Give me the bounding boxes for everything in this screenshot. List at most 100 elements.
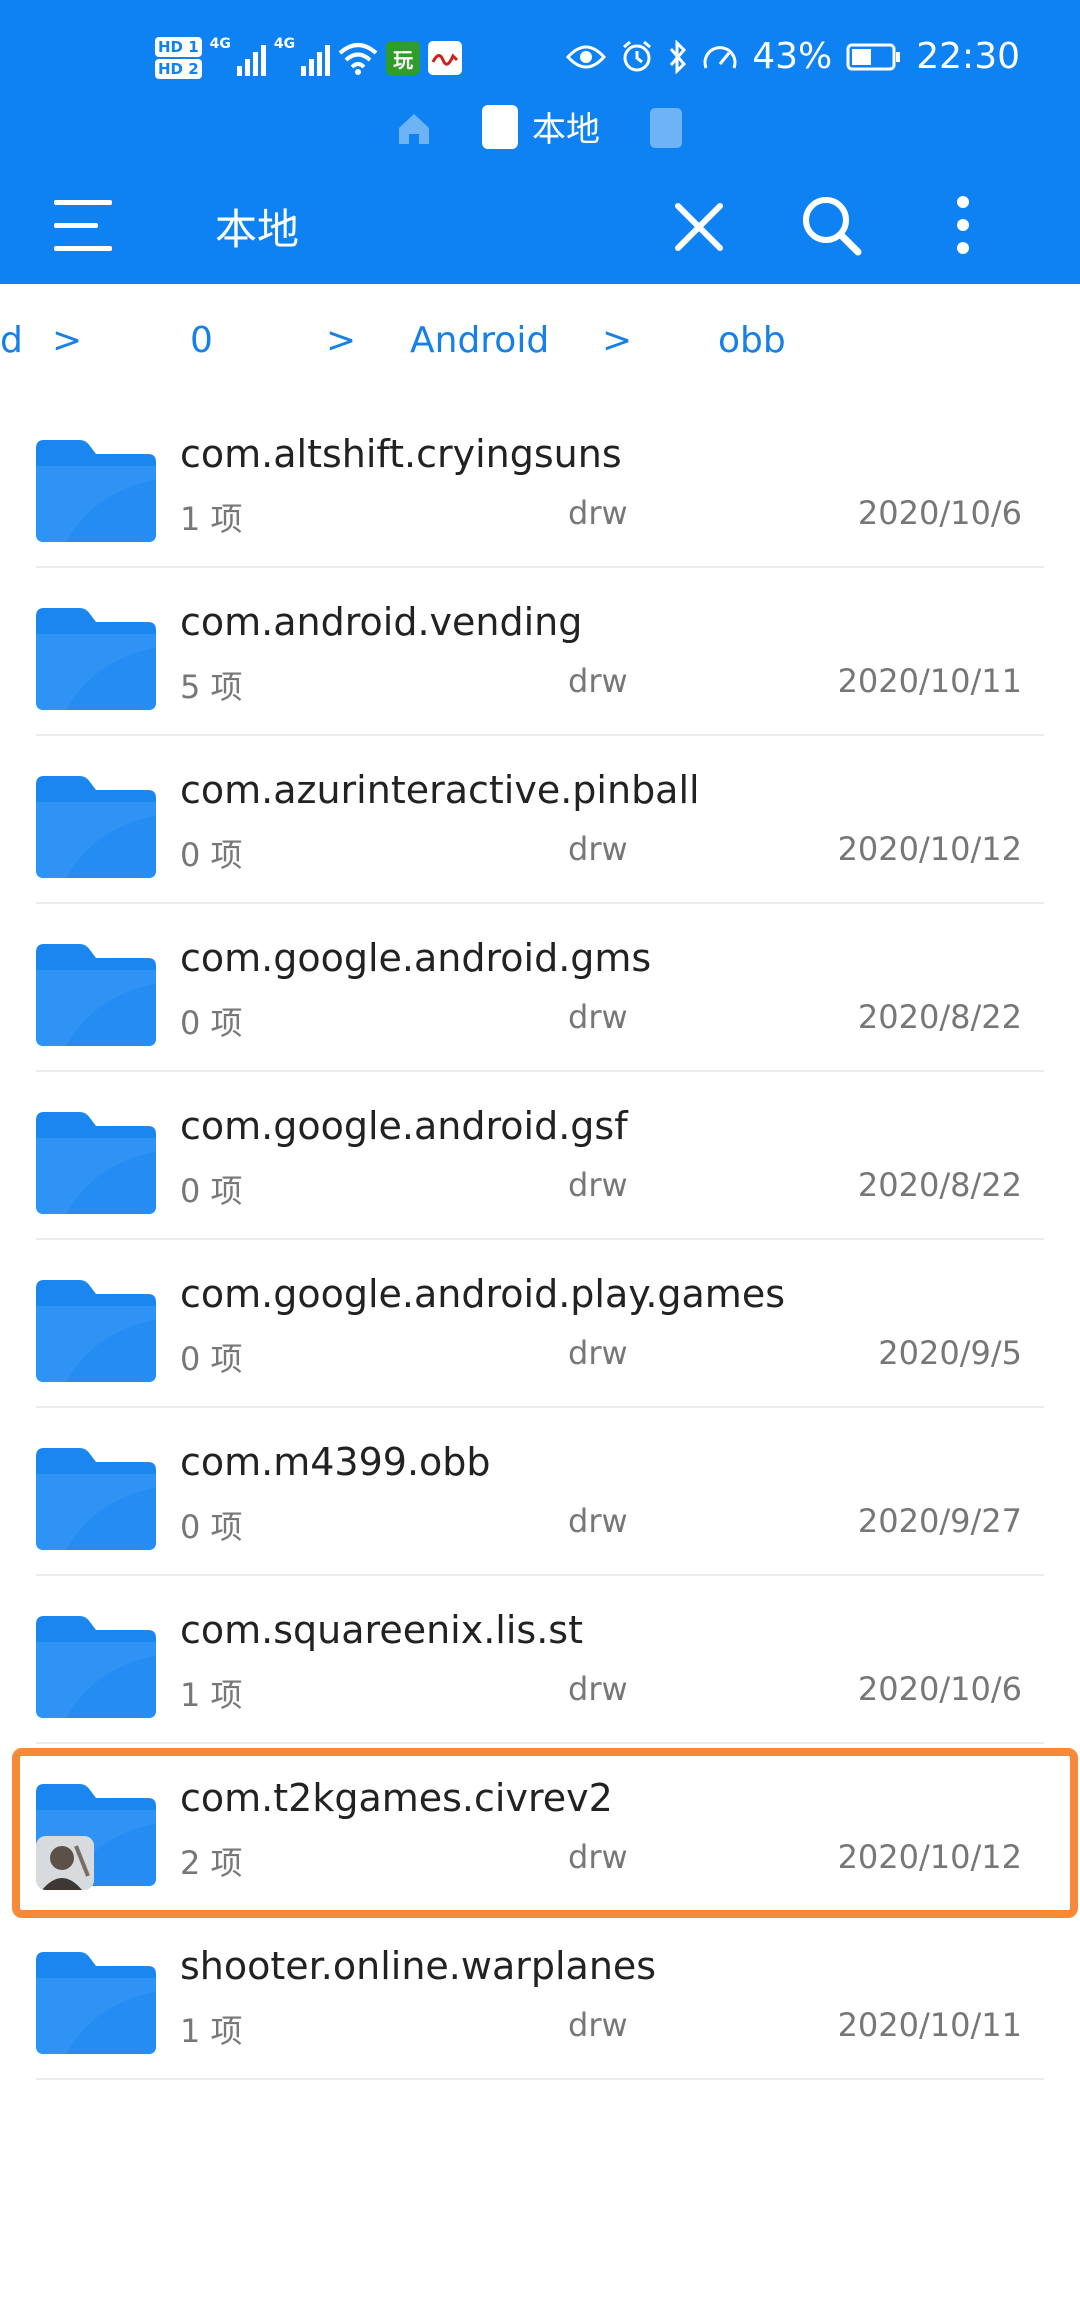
permissions: drw [568,1502,628,1540]
signal-1-icon [236,40,266,76]
folder-icon [36,944,156,1046]
battery-percent: 43% [752,36,833,77]
item-count: 0 项 [180,1508,243,1546]
modified-date: 2020/8/22 [857,998,1022,1036]
file-tab-icon [482,104,518,149]
permissions: drw [568,1838,628,1876]
breadcrumb-separator: > [602,320,633,361]
modified-date: 2020/10/12 [837,1838,1022,1876]
toolbar: 本地 [0,172,1080,282]
item-count: 2 项 [180,1844,243,1882]
news-app-icon [428,41,463,75]
alarm-icon [623,40,652,71]
app-header: HD 1 HD 2 4G 4G 玩 43% 22:30 本地 本地 [0,0,1080,284]
close-icon[interactable] [664,192,734,262]
item-count: 5 项 [180,668,243,706]
hd1-label: HD 1 [155,37,202,57]
breadcrumb-item[interactable]: Android [410,320,549,361]
folder-icon [36,1952,156,2054]
breadcrumb-separator: > [326,320,357,361]
breadcrumb-separator: > [52,320,83,361]
item-count: 0 项 [180,836,243,874]
second-tab-icon[interactable] [650,108,682,148]
file-row[interactable]: com.google.android.gms 0 项 drw 2020/8/22 [0,904,1080,1072]
status-left: HD 1 HD 2 4G 4G 玩 [155,36,463,80]
permissions: drw [568,1334,628,1372]
bluetooth-icon [670,39,687,74]
permissions: drw [568,1670,628,1708]
file-name: com.android.vending [180,600,583,644]
file-row[interactable]: com.google.android.play.games 0 项 drw 20… [0,1240,1080,1408]
file-row[interactable]: com.google.android.gsf 0 项 drw 2020/8/22 [0,1072,1080,1240]
file-row[interactable]: com.android.vending 5 项 drw 2020/10/11 [0,568,1080,736]
modified-date: 2020/10/11 [837,662,1022,700]
breadcrumb-item-current[interactable]: obb [718,320,786,361]
home-tab-icon[interactable] [395,110,433,148]
more-options-icon[interactable] [928,190,998,260]
folder-icon [36,440,156,542]
breadcrumb-item[interactable]: 0 [190,320,213,361]
modified-date: 2020/9/5 [878,1334,1022,1372]
permissions: drw [568,1166,628,1204]
status-right: 43% 22:30 [566,36,1020,77]
modified-date: 2020/10/12 [837,830,1022,868]
file-name: com.google.android.play.games [180,1272,785,1316]
file-row[interactable]: com.m4399.obb 0 项 drw 2020/9/27 [0,1408,1080,1576]
item-count: 0 项 [180,1004,243,1042]
clock-time: 22:30 [916,36,1020,77]
tab-local-label: 本地 [532,110,600,150]
row-divider [36,2078,1044,2080]
file-row[interactable]: com.t2kgames.civrev2 2 项 drw 2020/10/12 [0,1744,1080,1912]
item-count: 1 项 [180,2012,243,2050]
item-count: 1 项 [180,1676,243,1714]
tab-local[interactable]: 本地 [482,102,600,151]
speed-gauge-icon [703,45,737,69]
permissions: drw [568,998,628,1036]
breadcrumb-item[interactable]: d [0,320,23,361]
network-2-label: 4G [273,36,296,52]
folder-icon [36,776,156,878]
page-title: 本地 [215,205,300,254]
file-row[interactable]: com.altshift.cryingsuns 1 项 drw 2020/10/… [0,400,1080,568]
hd2-label: HD 2 [155,59,202,79]
file-name: com.google.android.gms [180,936,652,980]
window-tabs: 本地 [0,102,1080,158]
file-name: com.squareenix.lis.st [180,1608,583,1652]
file-row[interactable]: com.squareenix.lis.st 1 项 drw 2020/10/6 [0,1576,1080,1744]
folder-icon [36,1112,156,1214]
file-name: com.altshift.cryingsuns [180,432,622,476]
file-row[interactable]: com.azurinteractive.pinball 0 项 drw 2020… [0,736,1080,904]
item-count: 0 项 [180,1340,243,1378]
menu-line [54,200,112,205]
modified-date: 2020/8/22 [857,1166,1022,1204]
signal-2-icon [301,40,331,76]
network-1-label: 4G [209,36,231,52]
modified-date: 2020/10/6 [857,494,1022,532]
folder-icon [36,1280,156,1382]
hd-icon: HD 1 HD 2 [155,36,202,80]
app-notification-icon: 玩 [386,41,421,75]
permissions: drw [568,662,628,700]
menu-line [54,246,112,251]
menu-button[interactable] [48,192,120,262]
item-count: 1 项 [180,500,243,538]
folder-icon [36,1616,156,1718]
file-name: shooter.online.warplanes [180,1944,657,1988]
app-avatar-icon [36,1836,94,1890]
file-row[interactable]: shooter.online.warplanes 1 项 drw 2020/10… [0,1912,1080,2080]
file-name: com.azurinteractive.pinball [180,768,700,812]
modified-date: 2020/10/6 [857,1670,1022,1708]
file-name: com.t2kgames.civrev2 [180,1776,613,1820]
modified-date: 2020/9/27 [857,1502,1022,1540]
folder-icon [36,608,156,710]
status-bar: HD 1 HD 2 4G 4G 玩 43% 22:30 [0,28,1080,98]
search-icon[interactable] [796,190,866,260]
modified-date: 2020/10/11 [837,2006,1022,2044]
permissions: drw [568,494,628,532]
breadcrumb: d > 0 > Android > obb [0,300,1080,390]
file-name: com.m4399.obb [180,1440,491,1484]
permissions: drw [568,830,628,868]
file-name: com.google.android.gsf [180,1104,628,1148]
item-count: 0 项 [180,1172,243,1210]
battery-icon [846,43,901,70]
